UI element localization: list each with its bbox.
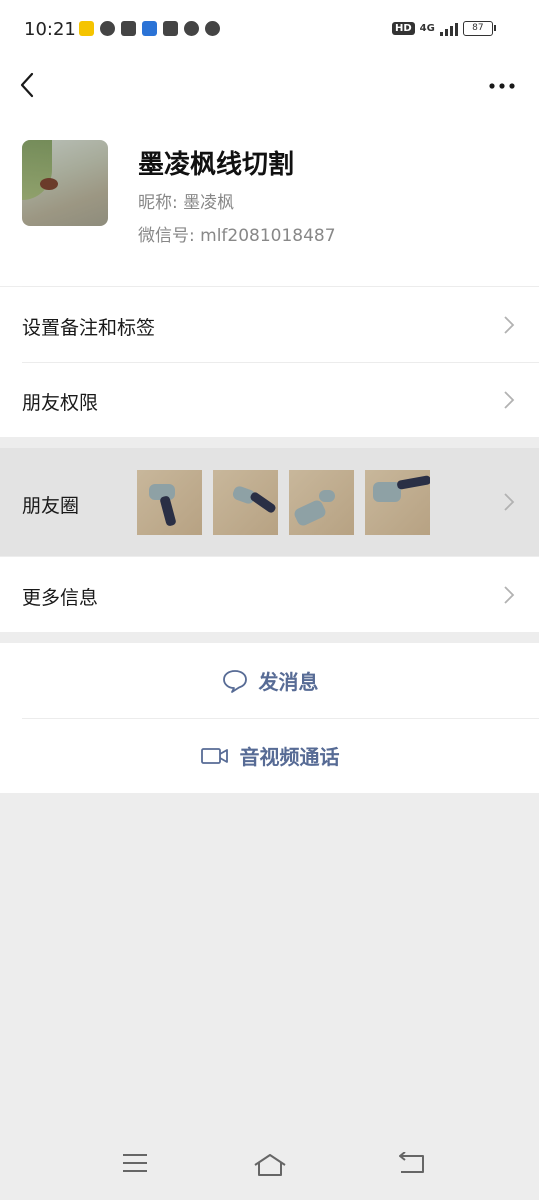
friend-permissions-label: 朋友权限: [22, 392, 99, 414]
voice-video-call-label: 音视频通话: [239, 745, 340, 769]
nickname-label: 昵称:: [138, 193, 178, 213]
pointer-app-icon: [142, 21, 157, 36]
payment-app-icon: [121, 21, 136, 36]
video-camera-icon: [200, 747, 228, 764]
battery-icon: 87: [462, 21, 496, 36]
chevron-right-icon: [504, 316, 515, 334]
more-info-row[interactable]: 更多信息: [0, 557, 539, 632]
wechat-id-value: mlf2081018487: [200, 226, 336, 246]
chevron-right-icon: [504, 493, 515, 511]
divider: [22, 362, 539, 363]
signal-icon: [439, 22, 458, 36]
network-type: 4G: [419, 23, 435, 34]
wechat-id: 微信号: mlf2081018487: [138, 221, 336, 246]
system-nav-bar: [0, 1130, 539, 1200]
app-icon: [184, 21, 199, 36]
chevron-right-icon: [504, 586, 515, 604]
divider: [22, 286, 539, 287]
chevron-right-icon: [504, 391, 515, 409]
wechat-id-label: 微信号:: [138, 226, 195, 246]
more-info-label: 更多信息: [22, 587, 99, 609]
back-nav-icon[interactable]: [395, 1152, 427, 1176]
top-bar: [0, 60, 539, 116]
chat-icon: [100, 21, 115, 36]
send-message-button[interactable]: 发消息: [0, 643, 539, 718]
voice-video-call-button[interactable]: 音视频通话: [0, 718, 539, 793]
moments-thumbnail: [289, 470, 354, 535]
notification-icons: [79, 21, 220, 36]
nickname: 昵称: 墨凌枫: [138, 188, 234, 213]
friend-permissions-row[interactable]: 朋友权限: [0, 362, 539, 437]
moments-thumbnail: [137, 470, 202, 535]
news-app-icon: [79, 21, 94, 36]
menu-icon[interactable]: [121, 1152, 149, 1174]
home-icon[interactable]: [252, 1152, 288, 1178]
moments-label: 朋友圈: [22, 495, 80, 517]
send-message-label: 发消息: [258, 670, 319, 694]
database-icon: [163, 21, 178, 36]
more-options-icon[interactable]: [487, 74, 517, 98]
system-status: HD 4G 87: [392, 21, 496, 36]
contact-name: 墨凌枫线切割: [138, 150, 295, 180]
back-arrow-icon[interactable]: [14, 70, 44, 100]
moments-thumbnail: [213, 470, 278, 535]
profile-header: 墨凌枫线切割 昵称: 墨凌枫 微信号: mlf2081018487: [0, 116, 539, 286]
moments-thumbnails: [137, 470, 430, 535]
hd-icon: HD: [392, 22, 415, 35]
clock: 10:21: [24, 19, 76, 40]
status-bar: 10:21 HD 4G 87: [0, 0, 539, 60]
remark-tags-label: 设置备注和标签: [22, 317, 156, 339]
remark-tags-row[interactable]: 设置备注和标签: [0, 286, 539, 362]
moments-row[interactable]: 朋友圈: [0, 448, 539, 556]
avatar[interactable]: [22, 140, 108, 226]
moments-thumbnail: [365, 470, 430, 535]
cloud-icon: [205, 21, 220, 36]
nickname-value: 墨凌枫: [183, 193, 235, 213]
chat-bubble-icon: [222, 669, 247, 693]
